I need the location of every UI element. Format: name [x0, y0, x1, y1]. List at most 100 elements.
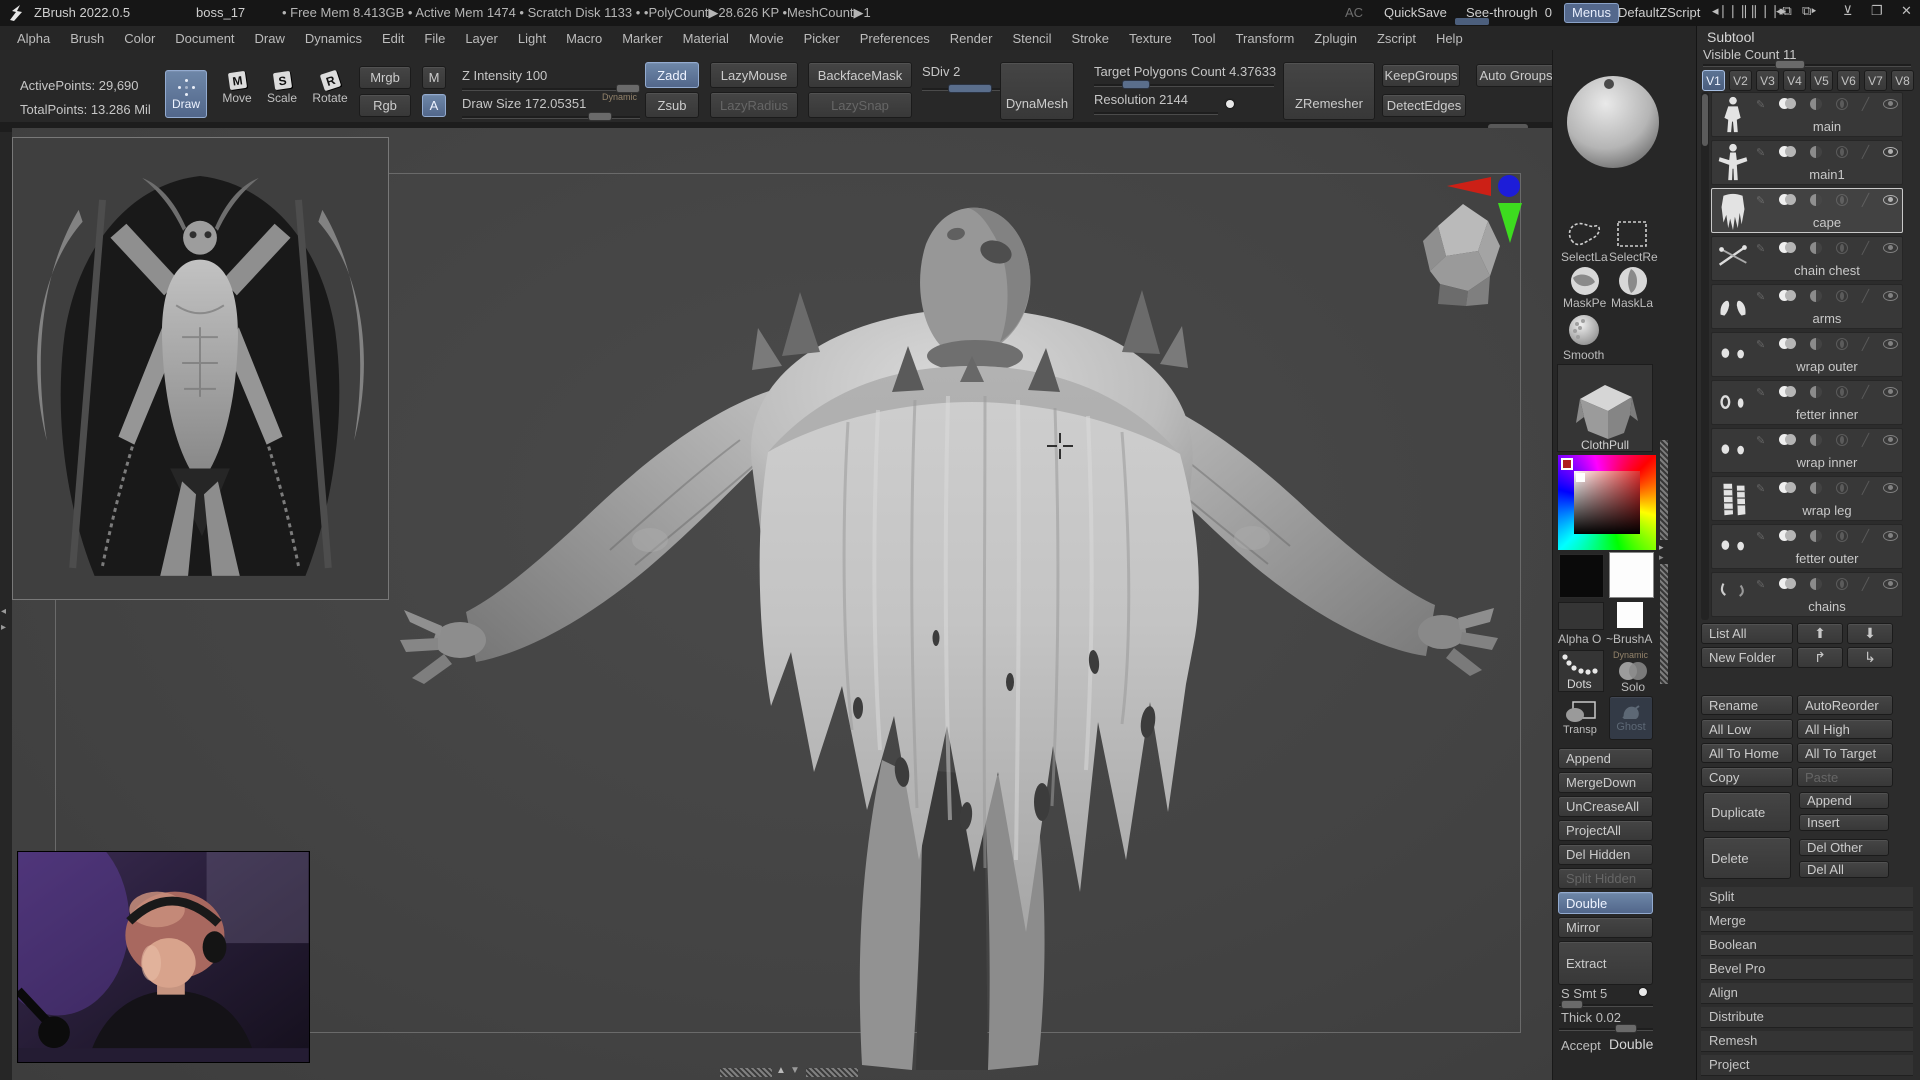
move-out-folder-button[interactable]: ↱	[1797, 647, 1843, 668]
subtool-item-arms[interactable]: ✎ ╱ arms	[1711, 284, 1903, 329]
move-button[interactable]: M Move	[218, 72, 256, 105]
version-tab-v2[interactable]: V2	[1729, 70, 1752, 91]
menus-button[interactable]: Menus	[1564, 3, 1619, 23]
uv-toggle-icon[interactable]	[1836, 338, 1848, 350]
stroke-type-thumbnail[interactable]: Dots	[1558, 650, 1604, 692]
section-split[interactable]: Split	[1701, 887, 1913, 908]
extract-button[interactable]: Extract	[1558, 941, 1653, 985]
menu-stroke[interactable]: Stroke	[1062, 29, 1118, 48]
paint-toggle-icon[interactable]	[1779, 481, 1796, 496]
section-distribute[interactable]: Distribute	[1701, 1007, 1913, 1028]
accept-button[interactable]: Accept	[1561, 1038, 1601, 1053]
menu-texture[interactable]: Texture	[1120, 29, 1181, 48]
left-divider-arrow-up-icon[interactable]: ◂	[1, 606, 6, 617]
subtool-item-wrap-outer[interactable]: ✎ ╱ wrap outer	[1711, 332, 1903, 377]
ghost-button[interactable]: Ghost	[1609, 696, 1653, 740]
menu-transform[interactable]: Transform	[1227, 29, 1304, 48]
version-tab-v1[interactable]: V1	[1702, 70, 1725, 91]
close-button[interactable]: ✕	[1901, 3, 1912, 19]
mask-pen-icon[interactable]	[1565, 264, 1603, 298]
scroll-down-arrow-icon[interactable]: ▼	[790, 1065, 800, 1076]
version-tab-v6[interactable]: V6	[1837, 70, 1860, 91]
section-align[interactable]: Align	[1701, 983, 1913, 1004]
new-folder-button[interactable]: New Folder	[1701, 647, 1793, 668]
visibility-eye-icon[interactable]	[1883, 195, 1898, 205]
autogroups-button[interactable]: Auto Groups	[1476, 64, 1556, 87]
brush-alpha-thumbnail[interactable]	[1617, 602, 1643, 628]
menu-material[interactable]: Material	[674, 29, 738, 48]
paint-toggle-icon[interactable]	[1779, 337, 1796, 352]
shelf-scrollbar-top[interactable]	[1660, 440, 1668, 540]
brush-toggle-icon[interactable]: ╱	[1862, 145, 1869, 159]
polypaint-pen-icon[interactable]: ✎	[1756, 194, 1765, 207]
polypaint-pen-icon[interactable]: ✎	[1756, 242, 1765, 255]
rgb-button[interactable]: Rgb	[359, 94, 411, 117]
minimize-button[interactable]: ⊻	[1843, 3, 1853, 19]
lazysnap-button[interactable]: LazySnap	[808, 92, 912, 118]
m-button[interactable]: M	[422, 66, 446, 89]
subtool-item-main[interactable]: ✎ ╱ main	[1711, 92, 1903, 137]
menu-dynamics[interactable]: Dynamics	[296, 29, 371, 48]
menu-zscript[interactable]: Zscript	[1368, 29, 1425, 48]
shade-toggle-icon[interactable]	[1810, 242, 1822, 254]
polypaint-pen-icon[interactable]: ✎	[1756, 482, 1765, 495]
brush-toggle-icon[interactable]: ╱	[1862, 97, 1869, 111]
menu-macro[interactable]: Macro	[557, 29, 611, 48]
current-material-sphere[interactable]	[1561, 72, 1665, 172]
visibility-eye-icon[interactable]	[1883, 531, 1898, 541]
alpha-thumbnail[interactable]	[1558, 602, 1604, 630]
bottom-scrollbar-left[interactable]	[720, 1068, 772, 1077]
menu-light[interactable]: Light	[509, 29, 555, 48]
brush-toggle-icon[interactable]: ╱	[1862, 337, 1869, 351]
polypaint-pen-icon[interactable]: ✎	[1756, 146, 1765, 159]
section-project[interactable]: Project	[1701, 1055, 1913, 1076]
accept-mode-button[interactable]: Double	[1609, 1036, 1653, 1052]
restore-button[interactable]: ❐	[1871, 3, 1883, 19]
brush-toggle-icon[interactable]: ╱	[1862, 481, 1869, 495]
subtool-item-wrap-leg[interactable]: ✎ ╱ wrap leg	[1711, 476, 1903, 521]
shade-toggle-icon[interactable]	[1810, 434, 1822, 446]
list-all-button[interactable]: List All	[1701, 623, 1793, 644]
menu-render[interactable]: Render	[941, 29, 1002, 48]
quicksave-button[interactable]: QuickSave	[1384, 5, 1447, 20]
lazyradius-button[interactable]: LazyRadius	[710, 92, 798, 118]
version-tab-v8[interactable]: V8	[1891, 70, 1914, 91]
version-tab-v7[interactable]: V7	[1864, 70, 1887, 91]
subtool-item-main1[interactable]: ✎ ╱ main1	[1711, 140, 1903, 185]
duplicate-button[interactable]: Duplicate	[1703, 792, 1791, 832]
mirror-button[interactable]: Mirror	[1558, 917, 1653, 938]
select-lasso-icon[interactable]	[1565, 218, 1603, 250]
mask-lasso-icon[interactable]	[1613, 264, 1651, 298]
resolution-dot[interactable]	[1226, 100, 1234, 108]
menu-tool[interactable]: Tool	[1183, 29, 1225, 48]
move-down-button[interactable]: ⬇	[1847, 623, 1893, 644]
solo-button[interactable]: Solo	[1613, 660, 1653, 692]
visibility-eye-icon[interactable]	[1883, 387, 1898, 397]
rename-button[interactable]: Rename	[1701, 695, 1793, 715]
visibility-eye-icon[interactable]	[1883, 435, 1898, 445]
brush-toggle-icon[interactable]: ╱	[1862, 385, 1869, 399]
rotate-button[interactable]: R Rotate	[310, 72, 350, 105]
menu-movie[interactable]: Movie	[740, 29, 793, 48]
polypaint-pen-icon[interactable]: ✎	[1756, 386, 1765, 399]
select-rect-icon[interactable]	[1613, 218, 1651, 250]
visibility-eye-icon[interactable]	[1883, 243, 1898, 253]
del-all-button[interactable]: Del All	[1799, 861, 1889, 878]
paint-toggle-icon[interactable]	[1779, 433, 1796, 448]
subtool-item-wrap-inner[interactable]: ✎ ╱ wrap inner	[1711, 428, 1903, 473]
keepgroups-button[interactable]: KeepGroups	[1382, 64, 1460, 87]
all-to-target-button[interactable]: All To Target	[1797, 743, 1893, 763]
polypaint-pen-icon[interactable]: ✎	[1756, 290, 1765, 303]
uv-toggle-icon[interactable]	[1836, 578, 1848, 590]
brush-toggle-icon[interactable]: ╱	[1862, 241, 1869, 255]
section-bevel-pro[interactable]: Bevel Pro	[1701, 959, 1913, 980]
scroll-up-arrow-icon[interactable]: ▲	[776, 1065, 786, 1076]
zscript-button[interactable]: DefaultZScript	[1618, 5, 1700, 20]
subtool-item-fetter-inner[interactable]: ✎ ╱ fetter inner	[1711, 380, 1903, 425]
shade-toggle-icon[interactable]	[1810, 386, 1822, 398]
menu-brush[interactable]: Brush	[61, 29, 113, 48]
menu-layer[interactable]: Layer	[456, 29, 507, 48]
detectedges-button[interactable]: DetectEdges	[1382, 94, 1466, 117]
lazymouse-button[interactable]: LazyMouse	[710, 62, 798, 88]
bottom-scrollbar-right[interactable]	[806, 1068, 858, 1077]
